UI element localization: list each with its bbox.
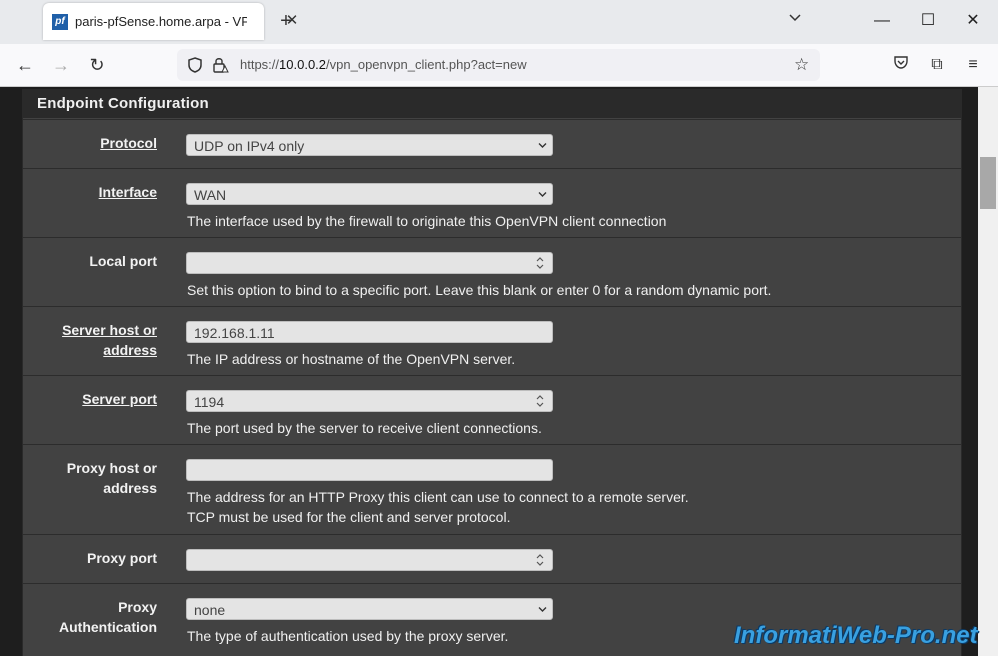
spinner-arrows-icon[interactable] xyxy=(536,553,544,567)
proxy-host-label: Proxy host or address xyxy=(66,460,157,496)
spinner-arrows-icon[interactable] xyxy=(536,256,544,270)
address-bar[interactable]: https://10.0.0.2/vpn_openvpn_client.php?… xyxy=(177,49,820,81)
lock-warning-icon[interactable] xyxy=(211,56,229,74)
chevron-down-icon xyxy=(538,143,547,148)
tracking-protection-shield-icon[interactable] xyxy=(186,56,204,74)
local-port-help-text: Set this option to bind to a specific po… xyxy=(187,282,772,298)
endpoint-configuration-panel: Endpoint Configuration Protocol UDP on I… xyxy=(22,89,962,656)
proxy-authentication-help-text: The type of authentication used by the p… xyxy=(187,628,509,644)
panel-title: Endpoint Configuration xyxy=(23,90,961,118)
tab-bar: pf paris-pfSense.home.arpa - VPN: OpenVP… xyxy=(0,0,998,44)
spinner-arrows-icon[interactable] xyxy=(536,394,544,408)
server-port-input[interactable]: 1194 xyxy=(186,390,553,412)
url-path: /vpn_openvpn_client.php?act=new xyxy=(326,57,527,72)
server-host-help-text: The IP address or hostname of the OpenVP… xyxy=(187,351,516,367)
minimize-icon[interactable]: — xyxy=(867,8,897,34)
protocol-selected-value: UDP on IPv4 only xyxy=(194,138,305,154)
proxy-host-help-text-1: The address for an HTTP Proxy this clien… xyxy=(187,489,689,505)
page-content: Endpoint Configuration Protocol UDP on I… xyxy=(0,87,978,656)
server-port-value: 1194 xyxy=(194,394,225,410)
server-host-label: Server host or address xyxy=(62,322,157,358)
proxy-host-help-text-2: TCP must be used for the client and serv… xyxy=(187,509,511,525)
interface-select[interactable]: WAN xyxy=(186,183,553,205)
proxy-authentication-select[interactable]: none xyxy=(186,598,553,620)
watermark-logo: InformatiWeb-Pro.net xyxy=(734,622,978,649)
menu-hamburger-icon[interactable]: ≡ xyxy=(962,54,984,76)
server-port-row: Server port 1194 The port used by the se… xyxy=(23,375,961,444)
url-host: 10.0.0.2 xyxy=(279,57,327,72)
url-text[interactable]: https://10.0.0.2/vpn_openvpn_client.php?… xyxy=(240,57,527,72)
proxy-authentication-label: Proxy Authentication xyxy=(59,599,157,635)
tab-title: paris-pfSense.home.arpa - VPN: OpenVPN: … xyxy=(75,14,247,29)
server-host-input[interactable]: 192.168.1.11 xyxy=(186,321,553,343)
new-tab-icon[interactable]: + xyxy=(275,10,297,32)
close-window-icon[interactable]: ✕ xyxy=(958,8,988,34)
pfsense-favicon-icon: pf xyxy=(52,14,68,30)
proxy-authentication-selected-value: none xyxy=(194,602,226,618)
protocol-label: Protocol xyxy=(100,135,157,151)
proxy-host-row: Proxy host or address The address for an … xyxy=(23,444,961,534)
server-port-help-text: The port used by the server to receive c… xyxy=(187,420,542,436)
forward-arrow-icon[interactable]: → xyxy=(50,54,72,76)
bookmark-star-icon[interactable]: ☆ xyxy=(794,55,809,75)
proxy-host-input[interactable] xyxy=(186,459,553,481)
proxy-port-label: Proxy port xyxy=(86,550,157,566)
navigation-bar: ← → ↻ https://10.0.0.2/vpn_openvpn_clien… xyxy=(0,44,998,87)
reload-icon[interactable]: ↻ xyxy=(86,54,108,76)
server-host-row: Server host or address 192.168.1.11 The I… xyxy=(23,306,961,375)
extensions-puzzle-icon[interactable]: ⧉ xyxy=(926,54,948,76)
chevron-down-icon xyxy=(538,607,547,612)
protocol-select[interactable]: UDP on IPv4 only xyxy=(186,134,553,156)
server-port-label: Server port xyxy=(82,391,157,407)
scrollbar-thumb[interactable] xyxy=(980,157,996,209)
url-prefix: https:// xyxy=(240,57,280,72)
page-scrollbar[interactable] xyxy=(978,87,998,656)
maximize-icon[interactable]: ☐ xyxy=(913,8,943,34)
interface-help-text: The interface used by the firewall to or… xyxy=(187,213,667,229)
browser-tab[interactable]: pf paris-pfSense.home.arpa - VPN: OpenVP… xyxy=(43,3,298,40)
local-port-input[interactable] xyxy=(186,252,553,274)
proxy-port-row: Proxy port xyxy=(23,534,961,583)
protocol-row: Protocol UDP on IPv4 only xyxy=(23,119,961,168)
interface-selected-value: WAN xyxy=(194,187,227,203)
interface-label: Interface xyxy=(98,184,157,200)
list-tabs-chevron-icon[interactable] xyxy=(788,10,802,26)
server-host-value: 192.168.1.11 xyxy=(194,325,275,341)
interface-row: Interface WAN The interface used by the … xyxy=(23,168,961,237)
back-arrow-icon[interactable]: ← xyxy=(14,54,36,76)
pocket-icon[interactable] xyxy=(890,54,912,76)
local-port-label: Local port xyxy=(89,253,157,269)
chevron-down-icon xyxy=(538,192,547,197)
proxy-port-input[interactable] xyxy=(186,549,553,571)
local-port-row: Local port Set this option to bind to a … xyxy=(23,237,961,306)
